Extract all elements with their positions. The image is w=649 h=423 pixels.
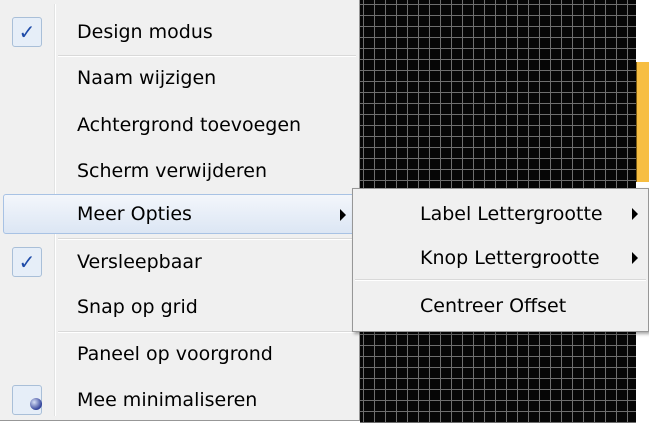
menu-item-naam-wijzigen[interactable]: Naam wijzigen [3,58,357,98]
checkmark-icon: ✓ [18,20,36,44]
checkmark-box: ✓ [12,17,42,47]
submenu-arrow-icon [340,209,346,221]
menu-separator [58,238,356,240]
menu-item-label: Versleepbaar [77,251,202,273]
submenu-item-centreer-offset[interactable]: Centreer Offset [353,283,648,329]
submenu-meer-opties: Label Lettergrootte Knop Lettergrootte C… [352,188,649,332]
checkmark-box: ✓ [12,247,42,277]
menu-separator [58,331,356,333]
menu-item-design-modus[interactable]: ✓ Design modus [3,12,357,52]
checkmark-icon: ✓ [18,250,36,274]
menu-item-label: Snap op grid [77,296,198,318]
menu-item-mee-minimaliseren[interactable]: Mee minimaliseren [3,380,357,420]
menu-item-label: Design modus [77,21,213,43]
menu-item-versleepbaar[interactable]: ✓ Versleepbaar [3,242,357,282]
menu-separator [58,55,356,57]
submenu-arrow-icon [632,252,638,264]
submenu-item-knop-lettergrootte[interactable]: Knop Lettergrootte [353,235,648,281]
submenu-arrow-icon [632,208,638,220]
submenu-item-label: Knop Lettergrootte [420,247,600,269]
canvas-widget[interactable] [636,62,649,182]
submenu-item-label: Centreer Offset [420,295,567,317]
menu-item-paneel-op-voorgrond[interactable]: Paneel op voorgrond [3,334,357,374]
submenu-item-label-lettergrootte[interactable]: Label Lettergrootte [353,191,648,237]
menu-item-scherm-verwijderen[interactable]: Scherm verwijderen [3,151,357,191]
menu-item-label: Mee minimaliseren [77,389,258,411]
radio-box [12,385,42,415]
menu-item-meer-opties[interactable]: Meer Opties [3,194,357,234]
menu-item-achtergrond-toevoegen[interactable]: Achtergrond toevoegen [3,105,357,145]
radio-dot-icon [30,398,42,410]
menu-item-snap-op-grid[interactable]: Snap op grid [3,287,357,327]
menu-item-label: Scherm verwijderen [77,160,267,182]
menu-item-label: Paneel op voorgrond [77,343,273,365]
menu-item-label: Achtergrond toevoegen [77,114,302,136]
menu-separator [355,279,646,281]
menu-item-label: Meer Opties [77,203,192,225]
menu-item-label: Naam wijzigen [77,67,217,89]
submenu-item-label: Label Lettergrootte [420,203,603,225]
context-menu: ✓ Design modus Naam wijzigen Achtergrond… [0,0,360,421]
